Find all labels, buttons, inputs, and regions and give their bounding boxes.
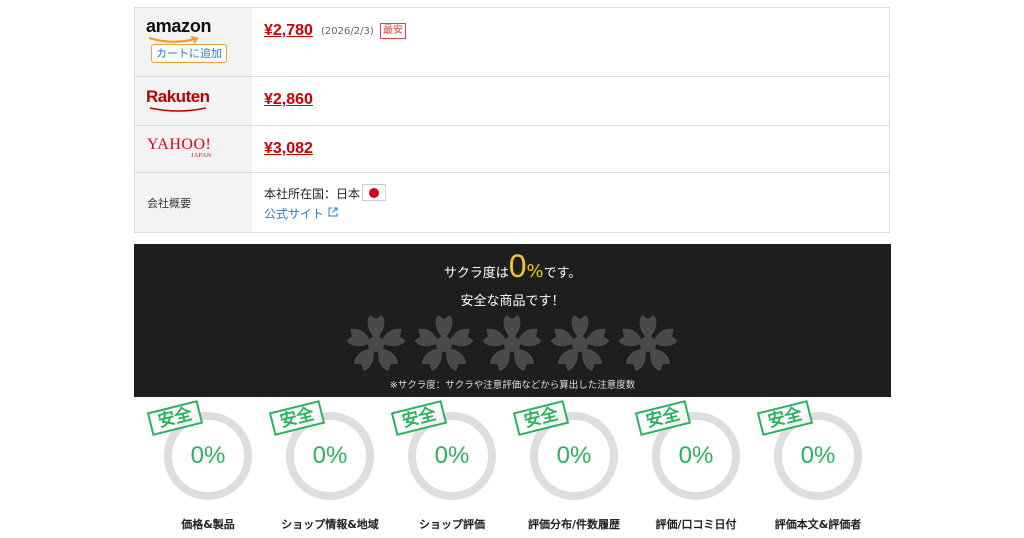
yahoo-logo[interactable]: YAHOO! [147, 136, 211, 154]
yahoo-price-cell: ¥3,082 [252, 126, 889, 172]
rakuten-price-cell: ¥2,860 [252, 77, 889, 125]
metric-review-text-reviewer: 0% 安全 評価本文&評価者 [753, 400, 883, 538]
metric-label: 評価本文&評価者 [774, 518, 862, 531]
sakura-flower-icon [413, 315, 475, 373]
safe-verdict: 安全な商品です！ [460, 294, 565, 309]
rakuten-swoosh-icon [149, 107, 207, 112]
metric-label: 評価/口コミ日付 [655, 518, 737, 531]
amazon-price-cell: ¥2,780 (2026/2/3) 最安 [252, 8, 889, 76]
metric-label: 価格&製品 [181, 518, 235, 531]
yahoo-logo-cell: YAHOO! JAPAN [135, 126, 252, 172]
official-site-link[interactable]: 公式サイト [264, 205, 324, 222]
sakura-percent: 0 [508, 248, 527, 284]
sakura-score-panel: サクラ度は0%です。 安全な商品です！ ※サクラ度：サクラや注意評価などから算出… [134, 244, 891, 397]
yahoo-price-link[interactable]: ¥3,082 [264, 140, 313, 158]
yahoo-row: YAHOO! JAPAN ¥3,082 [135, 126, 889, 173]
company-row: 会社概要 本社所在国：日本 公式サイト [135, 173, 889, 232]
amazon-price-link[interactable]: ¥2,780 [264, 22, 313, 40]
yahoo-logo-sub: JAPAN [191, 153, 212, 159]
amazon-smile-icon [148, 36, 199, 44]
japan-flag-icon [362, 184, 386, 201]
company-label: 会社概要 [147, 197, 191, 210]
metric-rating-distribution: 0% 安全 評価分布/件数履歴 [509, 400, 639, 538]
rakuten-logo[interactable]: Rakuten [146, 87, 210, 107]
amazon-logo-cell: amazon カートに追加 [135, 8, 252, 76]
sakura-flower-icon [345, 315, 407, 373]
rakuten-logo-cell: Rakuten [135, 77, 252, 125]
sakura-score-line: サクラ度は0%です。 [134, 248, 891, 285]
sakura-flower-icon [481, 315, 543, 373]
amazon-row: amazon カートに追加 ¥2,780 (2026/2/3) 最安 [135, 8, 889, 77]
metric-review-dates: 0% 安全 評価/口コミ日付 [631, 400, 761, 538]
metric-shop-info-region: 0% 安全 ショップ情報&地域 [265, 400, 395, 538]
company-label-cell: 会社概要 [135, 173, 252, 232]
metric-shop-rating: 0% 安全 ショップ評価 [387, 400, 517, 538]
metric-label: ショップ情報&地域 [281, 518, 379, 531]
sakura-suffix: です。 [543, 266, 582, 281]
sakura-unit: % [526, 261, 544, 282]
rakuten-row: Rakuten ¥2,860 [135, 77, 889, 126]
amazon-price-date: (2026/2/3) [321, 26, 374, 37]
lowest-price-badge: 最安 [380, 23, 406, 39]
sakura-prefix: サクラ度は [443, 266, 509, 281]
sakura-flower-icon [549, 315, 611, 373]
add-to-cart-button[interactable]: カートに追加 [151, 44, 227, 63]
rakuten-price-link[interactable]: ¥2,860 [264, 91, 313, 109]
company-info-cell: 本社所在国：日本 公式サイト [252, 173, 889, 232]
price-comparison-table: amazon カートに追加 ¥2,780 (2026/2/3) 最安 Rakut… [134, 7, 890, 233]
metric-label: 評価分布/件数履歴 [527, 518, 621, 531]
amazon-logo[interactable]: amazon [146, 16, 212, 37]
metric-label: ショップ評価 [419, 518, 485, 531]
sakura-footnote: ※サクラ度：サクラや注意評価などから算出した注意度数 [389, 380, 636, 391]
sakura-flower-icon [617, 315, 679, 373]
hq-country: 本社所在国：日本 [264, 187, 361, 201]
metric-price-product: 0% 安全 価格&製品 [143, 400, 273, 538]
sakura-rating-flowers [345, 315, 679, 373]
external-link-icon[interactable] [328, 207, 338, 217]
